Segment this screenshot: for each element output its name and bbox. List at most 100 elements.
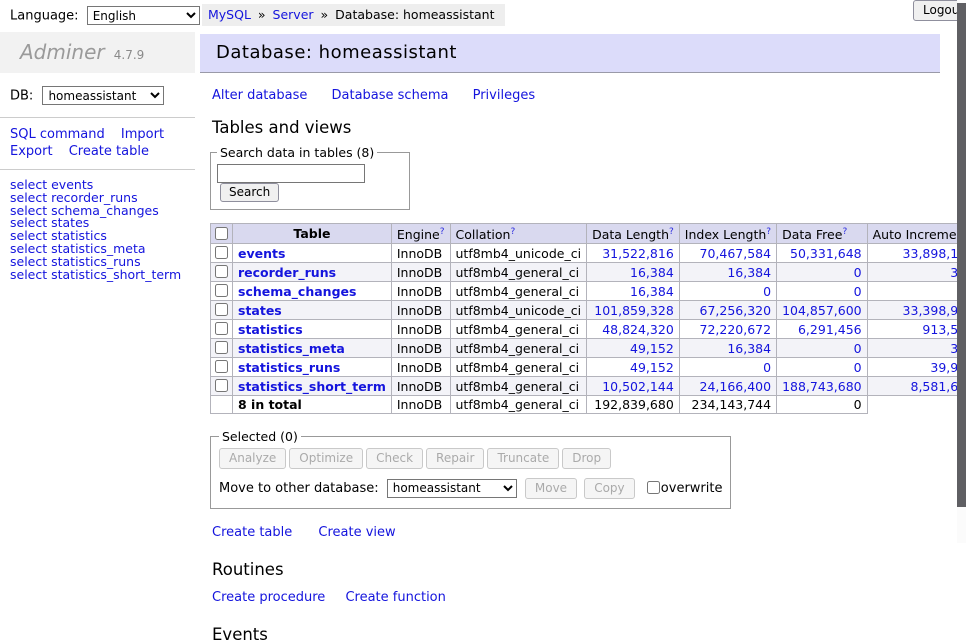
data-free-link[interactable]: 0 <box>854 265 862 280</box>
data-free-link[interactable]: 6,291,456 <box>798 322 862 337</box>
total-data-length-cell: 192,839,680 <box>587 396 680 414</box>
data-free-link[interactable]: 50,331,648 <box>790 246 862 261</box>
analyze-button[interactable]: Analyze <box>219 448 286 469</box>
data-length-link[interactable]: 16,384 <box>630 265 674 280</box>
data-length-cell: 10,502,144 <box>587 377 680 396</box>
sidebar-item-sql-command[interactable]: SQL command <box>10 127 105 142</box>
create-links: Create table Create view <box>212 525 940 540</box>
index-length-link[interactable]: 16,384 <box>727 265 771 280</box>
language-row: Language: English <box>0 0 195 25</box>
data-length-link[interactable]: 49,152 <box>630 341 674 356</box>
vertical-scrollbar[interactable] <box>957 0 966 543</box>
page-title: Database: homeassistant <box>200 34 940 73</box>
total-ghost-cell <box>867 396 966 414</box>
help-link[interactable]: ? <box>842 227 847 237</box>
help-link[interactable]: ? <box>440 227 445 237</box>
data-free-link[interactable]: 188,743,680 <box>782 379 862 394</box>
engine-cell: InnoDB <box>391 377 450 396</box>
data-length-link[interactable]: 10,502,144 <box>602 379 674 394</box>
overwrite-label: overwrite <box>661 481 723 496</box>
privileges-link[interactable]: Privileges <box>473 88 536 103</box>
row-checkbox[interactable] <box>215 341 228 354</box>
table-name-link[interactable]: states <box>238 303 282 318</box>
index-length-link[interactable]: 70,467,584 <box>700 246 772 261</box>
main-content: MySQL » Server » Database: homeassistant… <box>200 0 940 644</box>
table-name-link[interactable]: statistics_runs <box>238 360 340 375</box>
index-length-link[interactable]: 72,220,672 <box>700 322 772 337</box>
table-name-link[interactable]: statistics_meta <box>238 341 345 356</box>
table-name-link[interactable]: recorder_runs <box>238 265 336 280</box>
table-name-link[interactable]: schema_changes <box>238 284 356 299</box>
create-view-link[interactable]: Create view <box>318 525 395 540</box>
help-link[interactable]: ? <box>510 227 515 237</box>
table-name-cell: statistics_runs <box>233 358 392 377</box>
overwrite-checkbox[interactable] <box>647 481 660 494</box>
data-length-link[interactable]: 31,522,816 <box>602 246 674 261</box>
auto-increment-cell: 8,581,645 <box>867 377 966 396</box>
selected-buttons: AnalyzeOptimizeCheckRepairTruncateDrop <box>219 448 722 469</box>
help-link[interactable]: ? <box>766 227 771 237</box>
breadcrumb-server-type[interactable]: MySQL <box>208 7 251 22</box>
table-name-link[interactable]: statistics <box>238 322 303 337</box>
engine-cell: InnoDB <box>391 358 450 377</box>
move-db-select[interactable]: homeassistant <box>387 479 517 498</box>
data-length-link[interactable]: 48,824,320 <box>602 322 674 337</box>
data-length-link[interactable]: 101,859,328 <box>594 303 674 318</box>
sidebar-item-select-statistics_short_term[interactable]: select statistics_short_term <box>10 269 195 282</box>
index-length-link[interactable]: 24,166,400 <box>700 379 772 394</box>
index-length-link[interactable]: 16,384 <box>727 341 771 356</box>
search-input[interactable] <box>217 164 365 183</box>
select-all-checkbox[interactable] <box>215 227 228 240</box>
db-select[interactable]: homeassistant <box>42 86 164 105</box>
breadcrumb-separator: » <box>258 7 266 22</box>
search-legend: Search data in tables (8) <box>217 145 377 160</box>
row-checkbox[interactable] <box>215 246 228 259</box>
data-length-link[interactable]: 49,152 <box>630 360 674 375</box>
create-procedure-link[interactable]: Create procedure <box>212 590 325 605</box>
check-button[interactable]: Check <box>366 448 423 469</box>
search-button[interactable]: Search <box>220 183 279 202</box>
index-length-link[interactable]: 0 <box>763 360 771 375</box>
sidebar-item-import[interactable]: Import <box>121 127 164 142</box>
selected-fieldset: Selected (0) AnalyzeOptimizeCheckRepairT… <box>210 429 731 509</box>
language-label: Language: <box>10 9 79 24</box>
create-function-link[interactable]: Create function <box>345 590 445 605</box>
table-name-cell: statistics <box>233 320 392 339</box>
data-length-link[interactable]: 16,384 <box>630 284 674 299</box>
data-free-link[interactable]: 0 <box>854 284 862 299</box>
repair-button[interactable]: Repair <box>426 448 484 469</box>
table-name-link[interactable]: statistics_short_term <box>238 379 386 394</box>
table-name-link[interactable]: events <box>238 246 285 261</box>
data-free-link[interactable]: 104,857,600 <box>782 303 862 318</box>
collation-cell: utf8mb4_unicode_ci <box>450 301 587 320</box>
column-header-data-length: Data Length? <box>587 224 680 244</box>
row-checkbox[interactable] <box>215 322 228 335</box>
row-checkbox[interactable] <box>215 265 228 278</box>
sidebar-item-create-table[interactable]: Create table <box>69 144 149 159</box>
column-header-label: Data Free <box>782 227 842 242</box>
help-link[interactable]: ? <box>669 227 674 237</box>
breadcrumb-server[interactable]: Server <box>273 7 314 22</box>
truncate-button[interactable]: Truncate <box>487 448 559 469</box>
data-free-link[interactable]: 0 <box>854 360 862 375</box>
sidebar-item-export[interactable]: Export <box>10 144 53 159</box>
app-version[interactable]: 4.7.9 <box>114 48 145 62</box>
data-free-link[interactable]: 0 <box>854 341 862 356</box>
drop-button[interactable]: Drop <box>562 448 611 469</box>
index-length-link[interactable]: 67,256,320 <box>700 303 772 318</box>
scrollbar-thumb[interactable] <box>957 3 966 507</box>
row-checkbox[interactable] <box>215 379 228 392</box>
alter-database-link[interactable]: Alter database <box>212 88 307 103</box>
index-length-link[interactable]: 0 <box>763 284 771 299</box>
app-title[interactable]: Adminer <box>20 40 105 64</box>
collation-cell: utf8mb4_general_ci <box>450 358 587 377</box>
optimize-button[interactable]: Optimize <box>289 448 363 469</box>
row-checkbox[interactable] <box>215 284 228 297</box>
row-checkbox[interactable] <box>215 360 228 373</box>
language-select[interactable]: English <box>87 6 200 25</box>
copy-button[interactable]: Copy <box>584 478 634 499</box>
database-schema-link[interactable]: Database schema <box>332 88 449 103</box>
row-checkbox[interactable] <box>215 303 228 316</box>
create-table-link[interactable]: Create table <box>212 525 292 540</box>
move-button[interactable]: Move <box>525 478 577 499</box>
